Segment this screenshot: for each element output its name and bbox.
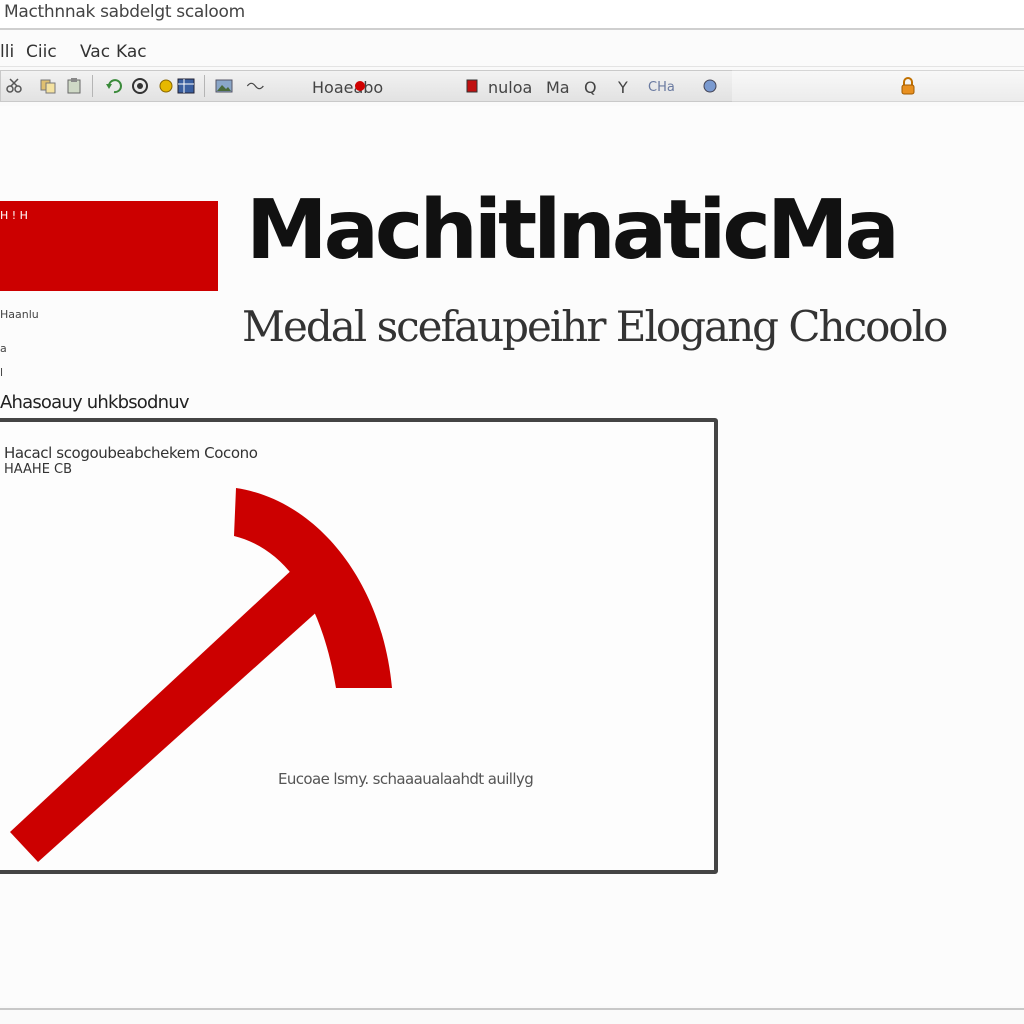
toolbar-strip-right — [732, 70, 1024, 102]
title-bar: Macthnnak sabdelgt scaloom — [0, 0, 1024, 30]
paste-icon[interactable] — [64, 77, 84, 95]
toolbar-separator — [204, 75, 205, 97]
toolbar-label-5[interactable]: Y — [618, 78, 628, 97]
menu-item-1[interactable]: lli — [0, 42, 14, 62]
toolbar: Hoaeabo nuloa Ma Q Y CHa — [0, 70, 1024, 104]
preview-panel: Hacacl scogoubeabchekem Cocono HAAHE CB … — [0, 418, 718, 874]
page-title: MachitlnaticMa — [246, 183, 900, 278]
undo-icon[interactable] — [104, 77, 124, 95]
toolbar-label-1[interactable]: Hoaeabo — [312, 78, 383, 97]
copy-icon[interactable] — [38, 77, 58, 95]
sidebar-line[interactable]: a — [0, 342, 7, 355]
page-subtitle: Medal scefaupeihr Elogang Chcoolo — [242, 302, 948, 351]
link-icon[interactable] — [246, 77, 266, 95]
panel-footer: Eucoae lsmy. schaaaualaahdt auillyg — [278, 770, 534, 788]
sidebar-heading[interactable]: Ahasoauy uhkbsodnuv — [0, 392, 190, 413]
toolbar-label-4[interactable]: Q — [584, 78, 597, 97]
hammer-logo-icon — [10, 488, 392, 862]
app-window: Macthnnak sabdelgt scaloom lli Ciic Vac … — [0, 0, 1024, 1024]
toolbar-label-2[interactable]: nuloa — [488, 78, 532, 97]
sidebar-line[interactable]: Haanlu — [0, 308, 39, 321]
toolbar-label-6[interactable]: CHa — [648, 80, 675, 95]
stop-icon[interactable] — [462, 77, 482, 95]
main-content: H ! H MachitlnaticMa Medal scefaupeihr E… — [0, 106, 1024, 1006]
toolbar-separator — [92, 75, 93, 97]
sidebar-line[interactable]: l — [0, 366, 3, 379]
banner-text: H ! H — [0, 209, 28, 222]
lock-icon[interactable] — [898, 77, 918, 95]
redo-icon[interactable] — [156, 77, 176, 95]
bottom-divider — [0, 1008, 1024, 1010]
grid-icon[interactable] — [176, 77, 196, 95]
menu-item-2[interactable]: Ciic — [26, 42, 57, 62]
menu-bar: lli Ciic Vac Kac — [0, 30, 1024, 67]
image-icon[interactable] — [214, 77, 234, 95]
refresh-icon[interactable] — [130, 77, 150, 95]
toolbar-label-3[interactable]: Ma — [546, 78, 570, 97]
cut-icon[interactable] — [4, 77, 24, 95]
menu-item-3[interactable]: Vac — [80, 42, 110, 62]
window-title: Macthnnak sabdelgt scaloom — [4, 2, 245, 22]
red-banner: H ! H — [0, 201, 218, 291]
menu-item-4[interactable]: Kac — [116, 42, 147, 62]
help-icon[interactable] — [700, 77, 720, 95]
record-icon[interactable] — [350, 77, 370, 95]
